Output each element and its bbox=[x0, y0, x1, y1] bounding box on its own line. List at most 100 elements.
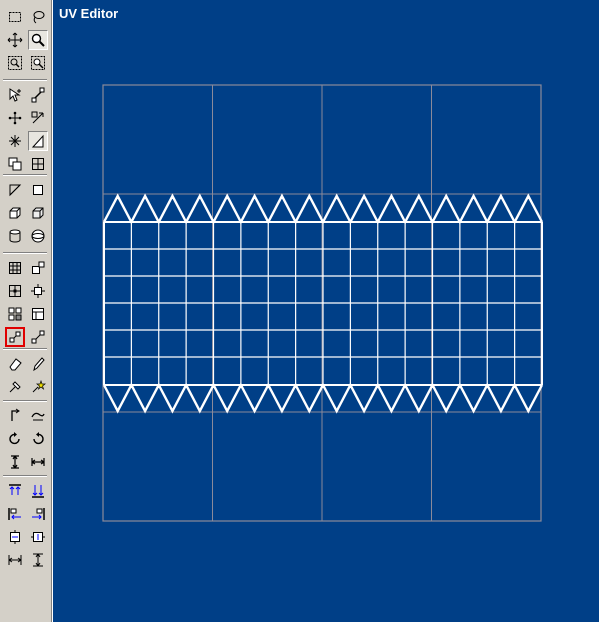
cube-select-button[interactable] bbox=[5, 154, 25, 174]
rotate-ccw-icon bbox=[33, 432, 44, 445]
toolbar-separator bbox=[3, 348, 47, 350]
lasso-select-button[interactable] bbox=[28, 7, 48, 27]
rotate-cw-90-button[interactable] bbox=[5, 406, 25, 426]
center-horizontal-icon bbox=[10, 530, 20, 544]
relax-button[interactable] bbox=[5, 281, 25, 301]
sphere-map-button[interactable] bbox=[28, 226, 48, 246]
cube-select-icon bbox=[8, 157, 22, 171]
flip-horizontal-icon bbox=[31, 458, 45, 466]
zoom-extents-button[interactable] bbox=[28, 53, 48, 73]
zoom-icon bbox=[31, 33, 45, 47]
rotate-ccw-90-button[interactable] bbox=[28, 406, 48, 426]
weld-button[interactable] bbox=[5, 131, 25, 151]
cylinder-map-button[interactable] bbox=[5, 226, 25, 246]
planar-map-button[interactable] bbox=[5, 258, 25, 278]
uv-stretch-button[interactable] bbox=[28, 327, 48, 347]
toolbar-separator bbox=[3, 252, 47, 254]
weld-icon bbox=[9, 135, 21, 147]
box-map-icon bbox=[9, 207, 21, 219]
star-pin-icon bbox=[32, 379, 46, 393]
rotate-ccw-90-icon bbox=[31, 412, 45, 421]
move-icon bbox=[7, 32, 23, 48]
uv-tool-palette bbox=[0, 0, 52, 622]
flatten-icon bbox=[8, 307, 22, 321]
cube-map-button[interactable] bbox=[28, 203, 48, 223]
triangle-face-button[interactable] bbox=[5, 180, 25, 200]
select-vertex-button[interactable] bbox=[5, 85, 25, 105]
align-right-button[interactable] bbox=[28, 504, 48, 524]
align-left-icon bbox=[8, 508, 21, 520]
uv-stretch-icon bbox=[31, 330, 45, 344]
pin-button[interactable] bbox=[5, 377, 25, 397]
center-icon bbox=[31, 284, 45, 298]
star-pin-button[interactable] bbox=[28, 377, 48, 397]
rotate-cw-button[interactable] bbox=[5, 429, 25, 449]
rotate-ccw-button[interactable] bbox=[28, 429, 48, 449]
uv-editor-viewport[interactable]: UV Editor bbox=[52, 0, 599, 622]
align-bottom-icon bbox=[32, 485, 44, 498]
select-edge-icon bbox=[31, 87, 45, 103]
cylinder-map-icon bbox=[9, 229, 21, 243]
extrude-icon bbox=[32, 261, 45, 274]
select-vertex-icon bbox=[9, 88, 21, 102]
move-button[interactable] bbox=[5, 30, 25, 50]
flip-vertical-icon bbox=[11, 455, 19, 469]
pack-icon bbox=[32, 308, 44, 320]
square-face-icon bbox=[33, 185, 43, 195]
toolbar-separator bbox=[3, 79, 47, 81]
flip-vertical-button[interactable] bbox=[5, 452, 25, 472]
eraser-icon bbox=[9, 358, 22, 371]
pin-icon bbox=[9, 381, 21, 393]
uv-cap-top-zigzag bbox=[102, 193, 544, 225]
planar-map-icon bbox=[9, 262, 21, 274]
zoom-region-icon bbox=[8, 56, 22, 70]
pack-button[interactable] bbox=[28, 304, 48, 324]
grid-select-button[interactable] bbox=[28, 154, 48, 174]
square-face-button[interactable] bbox=[28, 180, 48, 200]
pencil-icon bbox=[33, 357, 45, 372]
rotate-cw-icon bbox=[9, 432, 20, 445]
center-vertical-button[interactable] bbox=[28, 527, 48, 547]
zoom-button[interactable] bbox=[28, 30, 48, 50]
grid-select-icon bbox=[32, 158, 44, 170]
select-region-button[interactable] bbox=[28, 108, 48, 128]
select-face-button[interactable] bbox=[28, 131, 48, 151]
space-horizontal-icon bbox=[8, 555, 22, 565]
space-vertical-button[interactable] bbox=[28, 550, 48, 570]
flip-horizontal-button[interactable] bbox=[28, 452, 48, 472]
center-vertical-icon bbox=[31, 532, 45, 542]
align-top-icon bbox=[9, 484, 21, 495]
select-region-icon bbox=[31, 111, 44, 124]
uv-canvas[interactable] bbox=[53, 0, 599, 622]
uv-cap-bottom-zigzag bbox=[102, 382, 544, 414]
marquee-select-button[interactable] bbox=[5, 7, 25, 27]
space-vertical-icon bbox=[33, 553, 43, 567]
center-button[interactable] bbox=[28, 281, 48, 301]
select-element-button[interactable] bbox=[5, 108, 25, 128]
zoom-extents-icon bbox=[31, 56, 45, 70]
rotate-cw-90-icon bbox=[11, 408, 20, 421]
align-left-button[interactable] bbox=[5, 504, 25, 524]
flatten-button[interactable] bbox=[5, 304, 25, 324]
eraser-button[interactable] bbox=[5, 354, 25, 374]
align-right-icon bbox=[32, 508, 45, 520]
toolbar-separator bbox=[3, 400, 47, 402]
pencil-button[interactable] bbox=[28, 354, 48, 374]
align-top-button[interactable] bbox=[5, 481, 25, 501]
marquee-select-icon bbox=[9, 12, 21, 22]
lasso-select-icon bbox=[33, 11, 45, 24]
space-horizontal-button[interactable] bbox=[5, 550, 25, 570]
uv-scale-tool-button[interactable] bbox=[5, 327, 25, 347]
toolbar-separator bbox=[3, 475, 47, 477]
uv-scale-tool-icon bbox=[9, 331, 21, 343]
cube-map-icon bbox=[32, 207, 44, 219]
box-map-button[interactable] bbox=[5, 203, 25, 223]
select-edge-button[interactable] bbox=[28, 85, 48, 105]
align-bottom-button[interactable] bbox=[28, 481, 48, 501]
toolbar-separator bbox=[3, 174, 47, 176]
center-horizontal-button[interactable] bbox=[5, 527, 25, 547]
extrude-button[interactable] bbox=[28, 258, 48, 278]
zoom-region-button[interactable] bbox=[5, 53, 25, 73]
sphere-map-icon bbox=[31, 229, 45, 243]
select-face-icon bbox=[31, 134, 44, 148]
